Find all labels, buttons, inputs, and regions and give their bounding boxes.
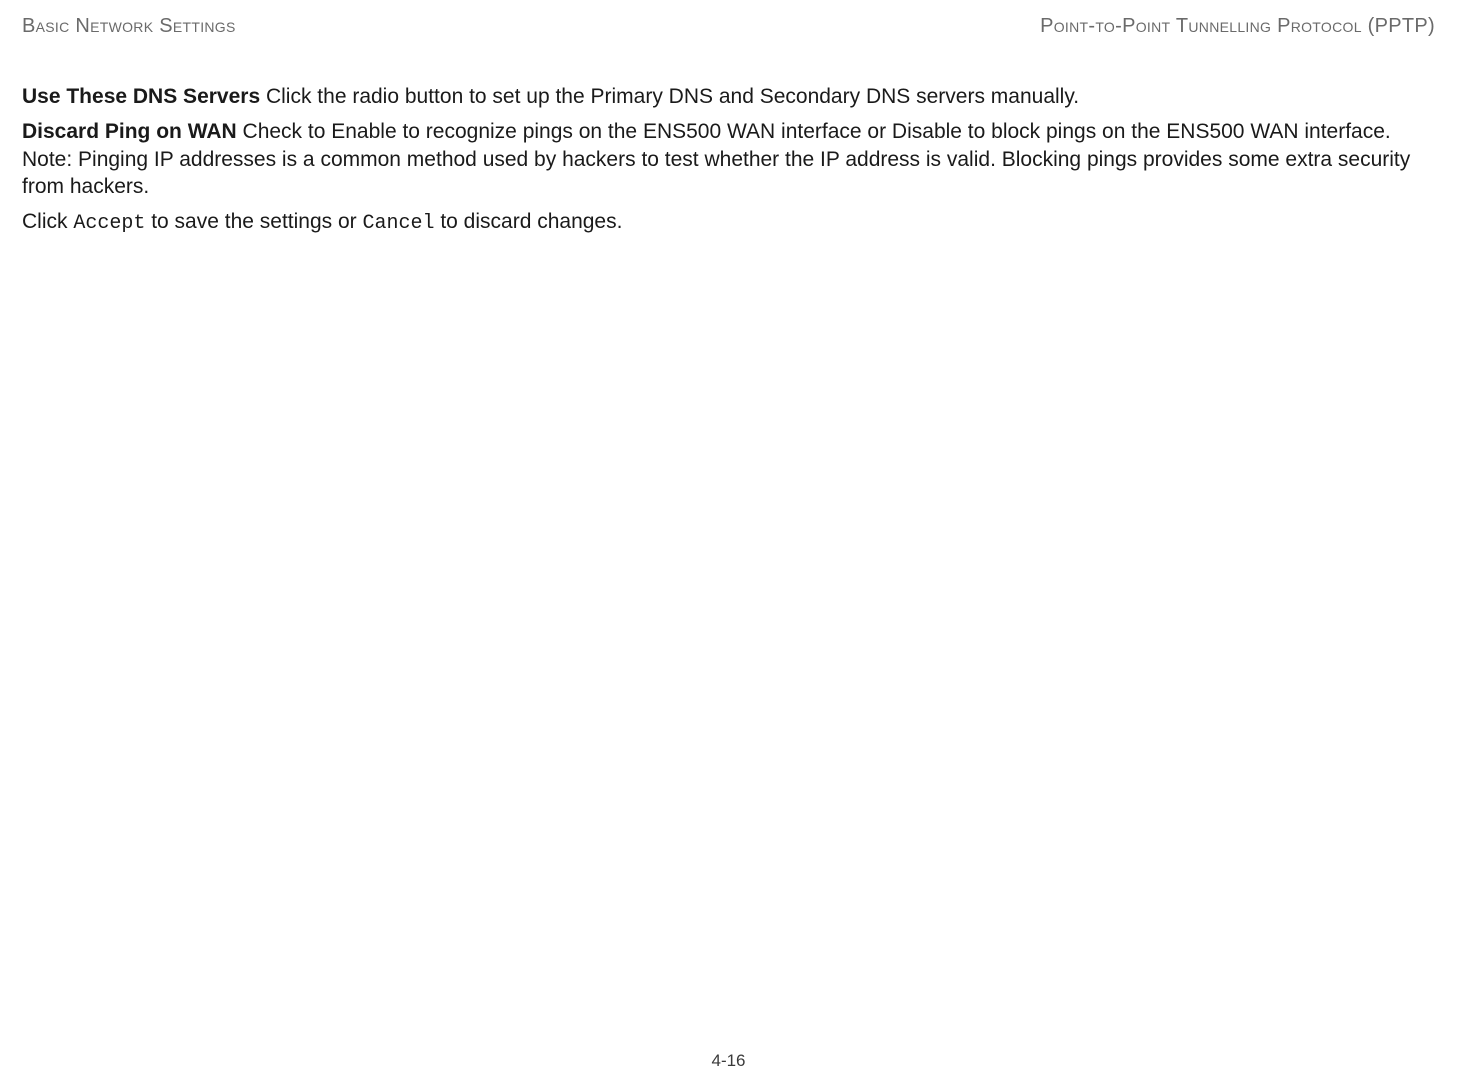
page-number: 4-16 <box>0 1051 1457 1071</box>
page-header: Basic Network Settings Point-to-Point Tu… <box>20 15 1437 38</box>
header-left-text: Basic Network Settings <box>22 15 236 38</box>
cancel-literal: Cancel <box>362 212 434 235</box>
paragraph-dns: Use These DNS Servers Click the radio bu… <box>22 83 1435 110</box>
click-suffix: to discard changes. <box>435 210 623 233</box>
accept-literal: Accept <box>73 212 145 235</box>
paragraph-click: Click Accept to save the settings or Can… <box>22 208 1435 237</box>
dns-title: Use These DNS Servers <box>22 85 260 108</box>
paragraph-ping: Discard Ping on WAN Check to Enable to r… <box>22 118 1435 200</box>
ping-title: Discard Ping on WAN <box>22 120 237 143</box>
page-content: Use These DNS Servers Click the radio bu… <box>20 83 1437 237</box>
click-prefix: Click <box>22 210 73 233</box>
header-right-text: Point-to-Point Tunnelling Protocol (PPTP… <box>1040 15 1435 38</box>
click-mid: to save the settings or <box>145 210 362 233</box>
dns-body: Click the radio button to set up the Pri… <box>260 85 1079 108</box>
